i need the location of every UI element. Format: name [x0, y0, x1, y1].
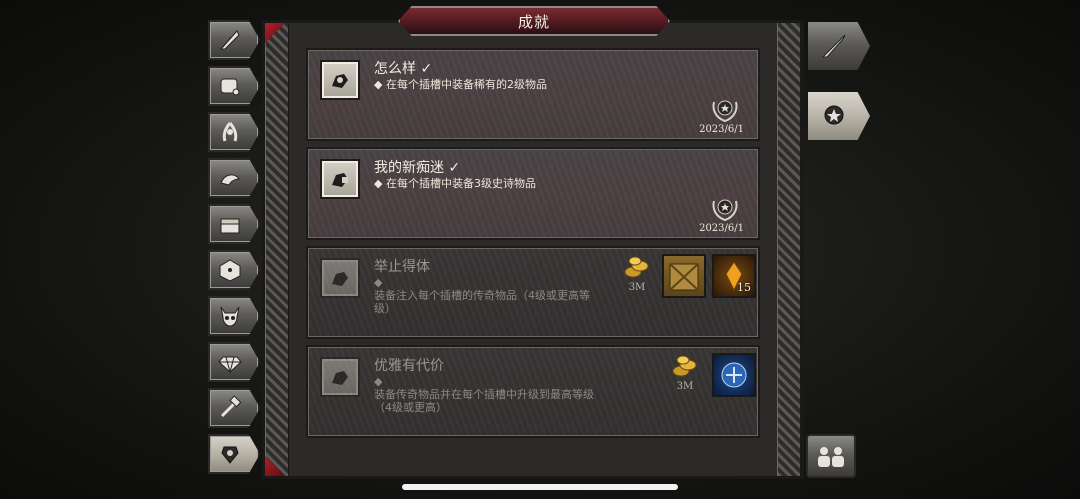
page-title: 成就 [398, 6, 670, 36]
dragon-icon [220, 174, 240, 186]
achievement-icon [320, 258, 360, 298]
corner-ornament [265, 23, 285, 43]
achievement-name: 优雅有代价 [374, 358, 444, 374]
achievement-desc: ◆ 装备注入每个插槽的传奇物品（4级或更高等级） [374, 276, 604, 315]
nav-demon-button[interactable] [208, 296, 260, 336]
achievement-icon [320, 60, 360, 100]
achievement-name: 怎么样 ✓ [374, 61, 433, 77]
reward-emblem [712, 353, 756, 397]
reward-shards: 15 [712, 254, 756, 298]
laurel-icon [222, 122, 238, 142]
quill-icon [219, 30, 240, 50]
reward-coins: 3M [664, 353, 706, 397]
laurel-medal-icon [712, 199, 738, 222]
right-nav-medal-button[interactable] [808, 92, 870, 140]
hand-trophy-icon [332, 74, 348, 88]
reward-crate [662, 254, 706, 298]
medal-icon [824, 105, 844, 125]
completion-date: 2023/6/1 [699, 223, 744, 234]
scroll-icon [220, 78, 240, 96]
nav-laurel-button[interactable] [208, 112, 260, 152]
dice-icon [219, 259, 241, 282]
shard-count: 15 [737, 281, 751, 294]
nav-gem-button[interactable] [208, 342, 260, 382]
hand-trophy-icon [332, 371, 348, 385]
nav-achievements-button[interactable] [208, 434, 260, 474]
laurel-medal-icon [712, 100, 738, 123]
reward-coins: 3M [616, 254, 658, 298]
achievement-name: 我的新痴迷 ✓ [374, 160, 461, 176]
desc-text: 装备传奇物品并在每个插槽中升级到最高等级（4级或更高） [374, 388, 594, 414]
coin-amount: 3M [676, 381, 694, 392]
nav-dragon-button[interactable] [208, 158, 260, 198]
corner-ornament [781, 23, 801, 43]
crafting-hammers-icon [220, 395, 242, 418]
corner-ornament [781, 456, 801, 476]
hand-trophy-icon [332, 272, 348, 286]
achievement-list[interactable]: 怎么样 ✓ ◆ 在每个插槽中装备稀有的2级物品 2023/6/1 我的新痴迷 ✓… [306, 48, 760, 440]
nav-quill-button[interactable] [208, 20, 260, 60]
desc-text: 装备注入每个插槽的传奇物品（4级或更高等级） [374, 289, 590, 315]
gem-icon [218, 356, 242, 374]
achievement-desc: ◆ 在每个插槽中装备3级史诗物品 [374, 177, 536, 190]
chest-icon [220, 218, 240, 234]
achievement-icon [320, 357, 360, 397]
nav-chest-button[interactable] [208, 204, 260, 244]
desc-bullet: ◆ [374, 276, 383, 289]
achievement-desc: ◆ 装备传奇物品并在每个插槽中升级到最高等级（4级或更高） [374, 375, 604, 414]
achievement-row[interactable]: 举止得体 ◆ 装备注入每个插槽的传奇物品（4级或更高等级） 3M 15 [306, 246, 760, 339]
achievement-icon [320, 159, 360, 199]
gold-coins-icon [672, 355, 697, 377]
right-nav-sword-button[interactable] [808, 22, 870, 70]
achievement-badge-icon [221, 446, 239, 464]
group-icon [818, 447, 844, 467]
sword-icon [821, 34, 846, 58]
achievement-name: 举止得体 [374, 259, 430, 275]
nav-scroll-button[interactable] [208, 66, 260, 106]
achievement-row[interactable]: 怎么样 ✓ ◆ 在每个插槽中装备稀有的2级物品 2023/6/1 [306, 48, 760, 141]
coin-amount: 3M [628, 282, 646, 293]
nav-crafting-button[interactable] [208, 388, 260, 428]
nav-dice-button[interactable] [208, 250, 260, 290]
achievement-row[interactable]: 我的新痴迷 ✓ ◆ 在每个插槽中装备3级史诗物品 2023/6/1 [306, 147, 760, 240]
desc-bullet: ◆ [374, 375, 383, 388]
home-indicator[interactable] [402, 484, 678, 490]
achievement-row[interactable]: 优雅有代价 ◆ 装备传奇物品并在每个插槽中升级到最高等级（4级或更高） 3M [306, 345, 760, 438]
achievement-desc: ◆ 在每个插槽中装备稀有的2级物品 [374, 78, 547, 91]
completion-date: 2023/6/1 [699, 124, 744, 135]
blue-emblem-icon [721, 362, 747, 388]
social-group-button[interactable] [806, 434, 856, 478]
corner-ornament [265, 456, 285, 476]
gold-coins-icon [624, 256, 649, 278]
demon-skull-icon [220, 306, 240, 327]
hand-trophy-icon [332, 173, 348, 187]
wooden-crate-icon [669, 263, 699, 291]
